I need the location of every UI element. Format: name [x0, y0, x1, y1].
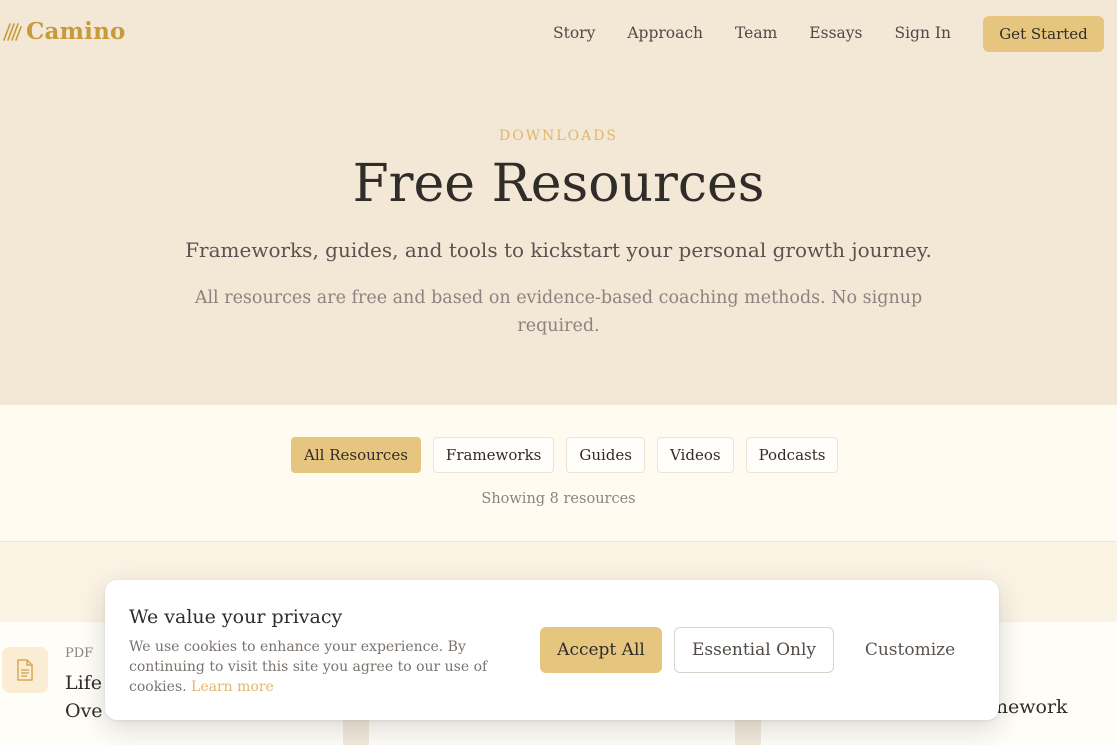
- logo-icon: [3, 22, 22, 41]
- cookie-banner: We value your privacy We use cookies to …: [105, 580, 999, 720]
- top-navigation: Camino Story Approach Team Essays Sign I…: [0, 0, 1117, 68]
- filter-guides[interactable]: Guides: [566, 437, 645, 473]
- cookie-description: We use cookies to enhance your experienc…: [129, 639, 488, 695]
- card-title-line: Life: [65, 672, 102, 694]
- document-icon: [2, 647, 48, 693]
- card-title[interactable]: Life Ove: [65, 669, 103, 725]
- card-divider: [735, 720, 761, 745]
- essential-only-button[interactable]: Essential Only: [674, 627, 834, 673]
- page-title: Free Resources: [352, 154, 765, 214]
- cookie-text: We use cookies to enhance your experienc…: [129, 637, 499, 697]
- nav-link-approach[interactable]: Approach: [627, 24, 703, 42]
- logo[interactable]: Camino: [2, 18, 126, 45]
- card-type-label: PDF: [65, 646, 94, 661]
- accept-all-button[interactable]: Accept All: [540, 627, 662, 673]
- learn-more-link[interactable]: Learn more: [191, 679, 274, 695]
- nav-link-essays[interactable]: Essays: [809, 24, 862, 42]
- hero-subtitle: Frameworks, guides, and tools to kicksta…: [185, 238, 932, 262]
- filter-chips: All Resources Frameworks Guides Videos P…: [291, 437, 839, 473]
- cookie-title: We value your privacy: [129, 606, 343, 628]
- nav-links: Story Approach Team Essays Sign In: [553, 24, 951, 42]
- card-divider: [343, 720, 369, 745]
- logo-text: Camino: [26, 18, 126, 45]
- resource-count: Showing 8 resources: [481, 491, 636, 507]
- filter-all-resources[interactable]: All Resources: [291, 437, 421, 473]
- filter-videos[interactable]: Videos: [656, 437, 734, 473]
- nav-link-sign-in[interactable]: Sign In: [894, 24, 951, 42]
- hero-eyebrow: DOWNLOADS: [498, 128, 619, 144]
- card-title-fragment[interactable]: mework: [990, 696, 1068, 718]
- hero-note: All resources are free and based on evid…: [194, 288, 923, 336]
- filter-frameworks[interactable]: Frameworks: [432, 437, 555, 473]
- filter-bar: All Resources Frameworks Guides Videos P…: [0, 405, 1117, 542]
- hero-section: DOWNLOADS Free Resources Frameworks, gui…: [0, 68, 1117, 405]
- nav-link-team[interactable]: Team: [735, 24, 777, 42]
- filter-podcasts[interactable]: Podcasts: [745, 437, 839, 473]
- customize-button[interactable]: Customize: [850, 627, 970, 673]
- nav-link-story[interactable]: Story: [553, 24, 595, 42]
- page: Camino Story Approach Team Essays Sign I…: [0, 0, 1117, 745]
- card-title-line: Ove: [65, 700, 103, 722]
- get-started-button[interactable]: Get Started: [983, 16, 1104, 52]
